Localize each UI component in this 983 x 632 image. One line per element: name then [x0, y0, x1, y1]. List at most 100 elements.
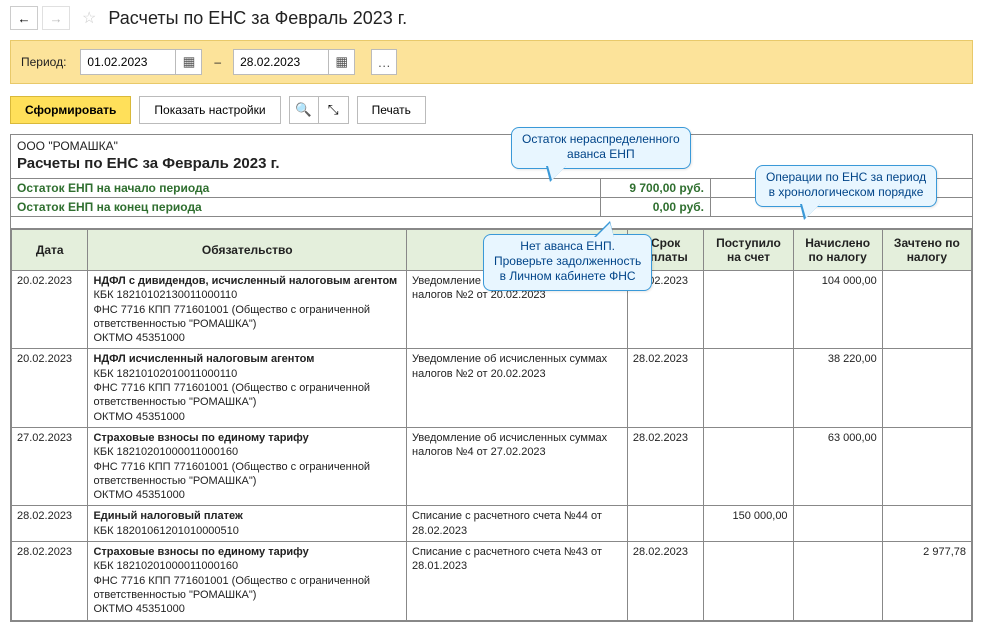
obligation-detail: ФНС 7716 КПП 771601001 (Общество с огран…: [93, 303, 401, 332]
callout-text: в Личном кабинете ФНС: [494, 269, 641, 284]
obligation-detail: КБК 18210201000011000160: [93, 559, 401, 573]
balance-end-value: 0,00 руб.: [601, 198, 711, 216]
cell-credited: [882, 506, 971, 542]
cell-document: Списание с расчетного счета №44 от 28.02…: [407, 506, 628, 542]
balance-start-value: 9 700,00 руб.: [601, 179, 711, 197]
callout-text: Проверьте задолженность: [494, 254, 641, 269]
cell-date: 20.02.2023: [12, 271, 88, 349]
cell-obligation: НДФЛ с дивидендов, исчисленный налоговым…: [88, 271, 407, 349]
cell-due: 28.02.2023: [627, 427, 703, 505]
col-credited: Зачтено по налогу: [882, 230, 971, 271]
page-title: Расчеты по ЕНС за Февраль 2023 г.: [108, 8, 407, 29]
obligation-detail: ФНС 7716 КПП 771601001 (Общество с огран…: [93, 460, 401, 489]
cell-accrued: 38 220,00: [793, 349, 882, 427]
cell-date: 28.02.2023: [12, 542, 88, 620]
col-accrued: Начислено по налогу: [793, 230, 882, 271]
obligation-title: Страховые взносы по единому тарифу: [93, 545, 401, 559]
callout-operations: Операции по ЕНС за период в хронологичес…: [755, 165, 937, 207]
arrow-left-icon: ←: [17, 11, 30, 26]
cell-date: 20.02.2023: [12, 349, 88, 427]
callout-text: аванса ЕНП: [522, 147, 680, 162]
toolbar: Сформировать Показать настройки 🔍 ⤡ Печа…: [0, 88, 983, 132]
callout-text: Нет аванса ЕНП.: [494, 239, 641, 254]
calendar-icon: ▦: [183, 54, 196, 70]
cell-credited: 2 977,78: [882, 542, 971, 620]
table-row[interactable]: 20.02.2023НДФЛ исчисленный налоговым аге…: [12, 349, 972, 427]
cell-document: Уведомление об исчисленных суммах налого…: [407, 349, 628, 427]
period-from-calendar-button[interactable]: ▦: [176, 49, 202, 75]
callout-no-advance: Нет аванса ЕНП. Проверьте задолженность …: [483, 234, 652, 291]
obligation-title: НДФЛ исчисленный налоговым агентом: [93, 352, 401, 366]
cell-credited: [882, 271, 971, 349]
nav-back-button[interactable]: ←: [10, 6, 38, 30]
cell-obligation: Единый налоговый платежКБК 1820106120101…: [88, 506, 407, 542]
cell-credited: [882, 427, 971, 505]
period-to-input[interactable]: [233, 49, 329, 75]
nav-forward-button[interactable]: →: [42, 6, 70, 30]
report-area: Остаток нераспределенного аванса ЕНП Опе…: [10, 134, 973, 622]
obligation-detail: ОКТМО 45351000: [93, 488, 401, 502]
period-bar: Период: ▦ – ▦ …: [10, 40, 973, 84]
cell-received: 150 000,00: [704, 506, 793, 542]
period-to-calendar-button[interactable]: ▦: [329, 49, 355, 75]
search-icon: 🔍: [295, 102, 312, 118]
cell-due: [627, 506, 703, 542]
period-from-input[interactable]: [80, 49, 176, 75]
callout-text: в хронологическом порядке: [766, 185, 926, 200]
col-received: Поступило на счет: [704, 230, 793, 271]
cell-received: [704, 271, 793, 349]
cell-obligation: Страховые взносы по единому тарифуКБК 18…: [88, 427, 407, 505]
cell-received: [704, 542, 793, 620]
obligation-detail: КБК 18210102130011000110: [93, 288, 401, 302]
obligation-detail: ОКТМО 45351000: [93, 331, 401, 345]
obligation-detail: КБК 18210201000011000160: [93, 445, 401, 459]
cell-due: 28.02.2023: [627, 542, 703, 620]
balance-start-label: Остаток ЕНП на начало периода: [11, 179, 601, 197]
obligation-detail: ФНС 7716 КПП 771601001 (Общество с огран…: [93, 574, 401, 603]
cell-date: 28.02.2023: [12, 506, 88, 542]
collapse-icon: ⤡: [328, 102, 339, 118]
cell-date: 27.02.2023: [12, 427, 88, 505]
collapse-button[interactable]: ⤡: [319, 96, 349, 124]
find-button[interactable]: 🔍: [289, 96, 319, 124]
org-name: ООО "РОМАШКА": [17, 139, 966, 153]
arrow-right-icon: →: [49, 11, 62, 26]
period-picker-button[interactable]: …: [371, 49, 397, 75]
cell-due: 28.02.2023: [627, 349, 703, 427]
print-button[interactable]: Печать: [357, 96, 426, 124]
cell-received: [704, 427, 793, 505]
ellipsis-icon: …: [377, 55, 390, 70]
obligation-detail: КБК 18210102010011000110: [93, 367, 401, 381]
balance-end-label: Остаток ЕНП на конец периода: [11, 198, 601, 216]
obligation-detail: ФНС 7716 КПП 771601001 (Общество с огран…: [93, 381, 401, 410]
col-date: Дата: [12, 230, 88, 271]
table-row[interactable]: 28.02.2023Единый налоговый платежКБК 182…: [12, 506, 972, 542]
cell-credited: [882, 349, 971, 427]
cell-accrued: 63 000,00: [793, 427, 882, 505]
cell-received: [704, 349, 793, 427]
col-obligation: Обязательство: [88, 230, 407, 271]
obligation-detail: КБК 18201061201010000510: [93, 524, 401, 538]
obligation-title: Страховые взносы по единому тарифу: [93, 431, 401, 445]
cell-obligation: Страховые взносы по единому тарифуКБК 18…: [88, 542, 407, 620]
cell-obligation: НДФЛ исчисленный налоговым агентомКБК 18…: [88, 349, 407, 427]
obligation-detail: ОКТМО 45351000: [93, 602, 401, 616]
callout-text: Операции по ЕНС за период: [766, 170, 926, 185]
obligation-title: Единый налоговый платеж: [93, 509, 401, 523]
table-row[interactable]: 27.02.2023Страховые взносы по единому та…: [12, 427, 972, 505]
calendar-icon: ▦: [335, 54, 348, 70]
obligation-detail: ОКТМО 45351000: [93, 410, 401, 424]
callout-balance-start: Остаток нераспределенного аванса ЕНП: [511, 127, 691, 169]
cell-accrued: [793, 506, 882, 542]
cell-accrued: 104 000,00: [793, 271, 882, 349]
period-label: Период:: [21, 55, 66, 69]
generate-button[interactable]: Сформировать: [10, 96, 131, 124]
obligation-title: НДФЛ с дивидендов, исчисленный налоговым…: [93, 274, 401, 288]
period-dash: –: [214, 55, 221, 69]
callout-text: Остаток нераспределенного: [522, 132, 680, 147]
show-settings-button[interactable]: Показать настройки: [139, 96, 280, 124]
favorite-star-icon[interactable]: ☆: [82, 8, 96, 28]
cell-document: Списание с расчетного счета №43 от 28.01…: [407, 542, 628, 620]
table-row[interactable]: 28.02.2023Страховые взносы по единому та…: [12, 542, 972, 620]
cell-accrued: [793, 542, 882, 620]
